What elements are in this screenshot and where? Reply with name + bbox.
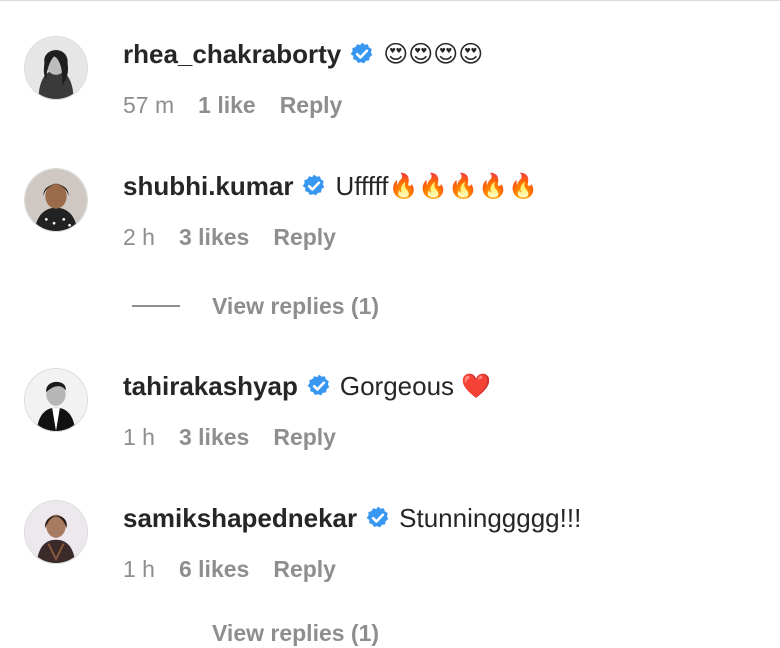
avatar[interactable] (24, 168, 88, 232)
view-replies-label: View replies (1) (212, 619, 380, 646)
likes-count-button[interactable]: 6 likes (179, 556, 249, 583)
comment-meta: 57 m 1 like Reply (123, 90, 342, 120)
replies-dash (132, 305, 180, 307)
reply-button[interactable]: Reply (273, 424, 336, 451)
username-link[interactable]: tahirakashyap (123, 371, 298, 402)
comment-text: Stunninggggg!!! (399, 502, 582, 533)
username-link[interactable]: rhea_chakraborty (123, 39, 341, 70)
comment-header: tahirakashyap Gorgeous ❤️ (123, 368, 491, 404)
avatar[interactable] (24, 368, 88, 432)
verified-badge-icon (301, 173, 327, 199)
likes-count-button[interactable]: 1 like (198, 92, 256, 119)
heart-icon: ❤️ (461, 372, 492, 400)
comment-time[interactable]: 1 h (123, 556, 155, 583)
comment-emoji: 😍😍😍😍 (383, 40, 484, 68)
reply-button[interactable]: Reply (280, 92, 343, 119)
comment-header: rhea_chakraborty 😍😍😍😍 (123, 36, 483, 72)
comment-time[interactable]: 57 m (123, 92, 174, 119)
comment-time[interactable]: 1 h (123, 424, 155, 451)
comment-header: shubhi.kumar Ufffff 🔥🔥🔥🔥🔥 (123, 168, 538, 204)
likes-count-button[interactable]: 3 likes (179, 424, 249, 451)
view-replies-button[interactable]: View replies (1) (132, 291, 379, 321)
view-replies-button[interactable]: View replies (1) (212, 618, 379, 648)
comment-emoji: 🔥🔥🔥🔥🔥 (388, 172, 538, 200)
reply-button[interactable]: Reply (273, 556, 336, 583)
verified-badge-icon (365, 505, 391, 531)
likes-count-button[interactable]: 3 likes (179, 224, 249, 251)
verified-badge-icon (349, 41, 375, 67)
comment-text: Ufffff (335, 170, 389, 201)
view-replies-label: View replies (1) (212, 292, 380, 319)
comment-text: Gorgeous (339, 370, 462, 401)
verified-badge-icon (306, 373, 332, 399)
avatar[interactable] (24, 36, 88, 100)
comment-meta: 1 h 6 likes Reply (123, 554, 336, 584)
reply-button[interactable]: Reply (273, 224, 336, 251)
comment-header: samikshapednekar Stunninggggg!!! (123, 500, 581, 536)
comment-meta: 1 h 3 likes Reply (123, 422, 336, 452)
username-link[interactable]: samikshapednekar (123, 503, 357, 534)
top-divider (0, 0, 780, 1)
username-link[interactable]: shubhi.kumar (123, 171, 293, 202)
comment-meta: 2 h 3 likes Reply (123, 222, 336, 252)
avatar[interactable] (24, 500, 88, 564)
comment-time[interactable]: 2 h (123, 224, 155, 251)
